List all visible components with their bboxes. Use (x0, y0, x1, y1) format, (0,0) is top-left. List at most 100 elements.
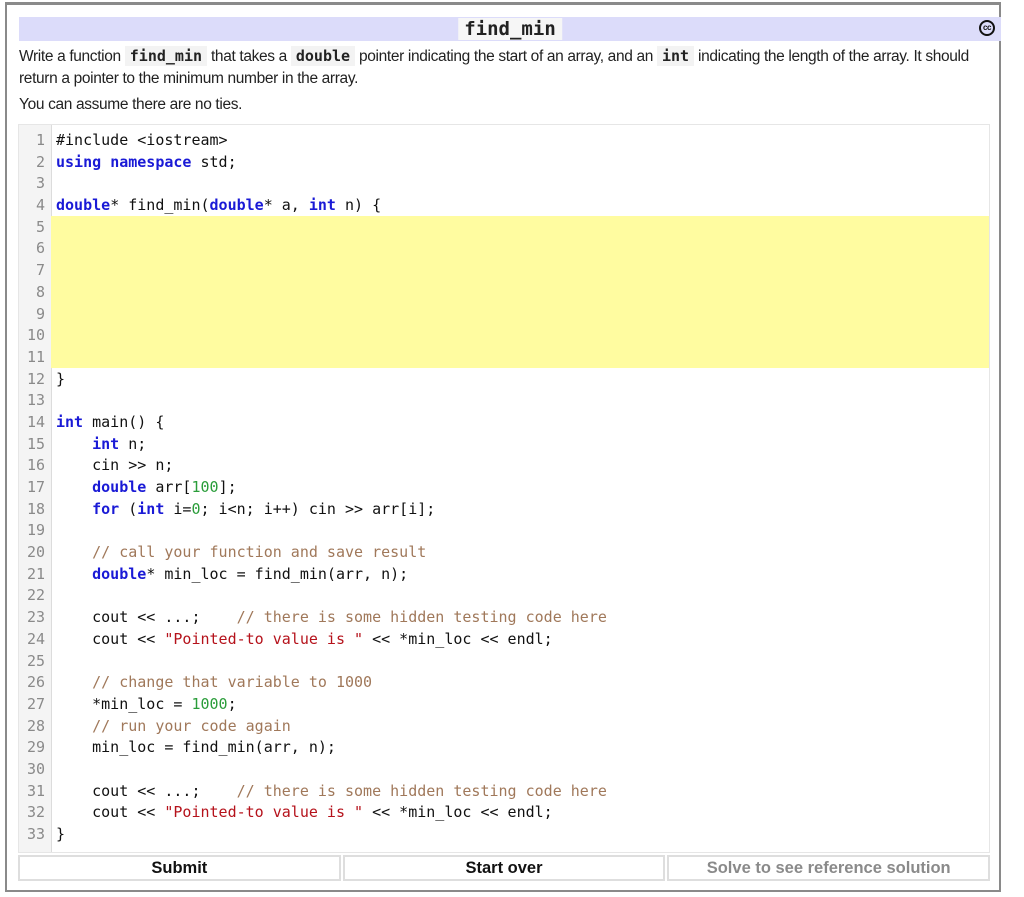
keyword: int (92, 434, 120, 453)
code-line[interactable]: 31 cout << ...; // there is some hidden … (19, 781, 989, 803)
code-editor[interactable]: 1 #include <iostream> 2 using namespace std… (18, 124, 990, 853)
line-content: *min_loc = 1000; (56, 694, 237, 716)
action-buttons: Submit Start over Solve to see reference… (18, 855, 991, 881)
line-number: 8 (35, 282, 45, 301)
code-line[interactable]: 30 (19, 759, 989, 781)
code-text: min_loc = find_min(arr, n); (56, 738, 336, 757)
code-line[interactable]: 33} (19, 824, 989, 846)
code-line[interactable]: 4 double* find_min(double* a, int n) { (19, 195, 989, 217)
code-text: * find_min( (110, 196, 210, 215)
keyword: double (92, 478, 147, 496)
code-line[interactable]: 6 (19, 238, 989, 260)
description-text: pointer indicating the start of an array… (355, 48, 657, 65)
comment: // call your function and save result (92, 543, 427, 562)
line-number: 13 (26, 391, 45, 410)
line-number: 32 (26, 803, 45, 822)
line-number: 17 (26, 478, 45, 496)
description-text: Write a function (19, 48, 125, 65)
comment: // there is some hidden testing code her… (236, 608, 607, 627)
submit-button[interactable]: Submit (18, 855, 341, 881)
code-line[interactable]: 5 (19, 217, 989, 239)
line-content: int n; (56, 434, 146, 456)
line-number: 33 (26, 825, 45, 843)
code-text: << *min_loc << endl; (363, 629, 553, 648)
number-literal: 1000 (191, 694, 228, 713)
line-content: cout << "Pointed-to value is " << *min_l… (56, 629, 553, 651)
line-content: } (56, 369, 65, 391)
line-number: 28 (26, 716, 45, 735)
code-text: * a, (263, 196, 309, 215)
code-line[interactable]: 21 double* min_loc = find_min(arr, n); (19, 564, 989, 586)
code-line[interactable]: 15 int n; (19, 434, 989, 456)
code-line[interactable]: 12} (19, 369, 989, 391)
line-content: cout << ...; // there is some hidden tes… (56, 781, 607, 803)
code-line[interactable]: 29 min_loc = find_min(arr, n); (19, 737, 989, 759)
inline-code: double (290, 46, 356, 66)
code-line[interactable]: 2 using namespace std; (19, 152, 989, 174)
code-line[interactable]: 19 (19, 520, 989, 542)
code-line[interactable]: 7 (19, 260, 989, 282)
code-line[interactable]: 27 *min_loc = 1000; (19, 694, 989, 716)
code-line[interactable]: 13 (19, 390, 989, 412)
code-line[interactable]: 26 // change that variable to 1000 (19, 672, 989, 694)
code-line[interactable]: 23 cout << ...; // there is some hidden … (19, 607, 989, 629)
code-line[interactable]: 14 int main() { (19, 412, 989, 434)
line-number: 9 (35, 304, 45, 323)
start-over-button[interactable]: Start over (342, 855, 666, 881)
code-line[interactable]: 28 // run your code again (19, 716, 989, 738)
code-line[interactable]: 16 cin >> n; (19, 455, 989, 477)
line-content: // run your code again (56, 716, 291, 738)
code-line[interactable]: 8 (19, 282, 989, 304)
code-line[interactable]: 24 cout << "Pointed-to value is " << *mi… (19, 629, 989, 651)
reference-solution-button: Solve to see reference solution (667, 855, 991, 881)
code-lines: 1 #include <iostream> 2 using namespace std… (19, 130, 989, 846)
line-number: 2 (35, 152, 45, 171)
keyword: double (56, 196, 111, 215)
line-number: 30 (26, 759, 45, 778)
code-line[interactable]: 32 cout << "Pointed-to value is " << *mi… (19, 802, 989, 824)
line-content: using namespace std; (56, 152, 237, 174)
title-bar: find_min cc (19, 17, 1001, 41)
line-number: 20 (26, 543, 45, 562)
code-line[interactable]: 11 (19, 347, 989, 369)
line-number: 19 (26, 521, 45, 540)
line-number: 3 (35, 174, 45, 193)
keyword: namespace (110, 152, 192, 171)
code-line[interactable]: 20 // call your function and save result (19, 542, 989, 564)
line-content: cout << ...; // there is some hidden tes… (56, 607, 607, 629)
code-line[interactable]: 1 #include <iostream> (19, 130, 989, 152)
code-line[interactable]: 18 for (int i=0; i<n; i++) cin >> arr[i]… (19, 499, 989, 521)
code-text: ]; (218, 478, 237, 496)
code-line[interactable]: 25 (19, 651, 989, 673)
code-text: ; i<n; i++) cin >> arr[i]; (200, 499, 436, 518)
keyword: using (56, 152, 102, 171)
code-text: } (56, 369, 66, 388)
line-content: cin >> n; (56, 455, 173, 477)
line-number: 5 (35, 217, 45, 236)
line-number: 27 (26, 694, 45, 713)
creative-commons-icon[interactable]: cc (979, 20, 995, 36)
line-number: 23 (26, 608, 45, 627)
code-text: ( (119, 499, 138, 518)
code-text: cout << (56, 629, 165, 648)
code-text: i= (164, 499, 192, 518)
line-number: 12 (26, 369, 45, 388)
line-number: 15 (26, 434, 45, 453)
line-number: 25 (26, 651, 45, 670)
code-line[interactable]: 10 (19, 325, 989, 347)
line-number: 24 (26, 629, 45, 648)
code-text: cout << ...; (56, 608, 237, 627)
code-line[interactable]: 17 double arr[100]; (19, 477, 989, 499)
keyword: int (308, 196, 336, 215)
code-line[interactable]: 9 (19, 304, 989, 326)
code-text: } (56, 825, 66, 843)
line-number: 11 (26, 347, 45, 366)
code-line[interactable]: 3 (19, 173, 989, 195)
code-line[interactable]: 22 (19, 585, 989, 607)
